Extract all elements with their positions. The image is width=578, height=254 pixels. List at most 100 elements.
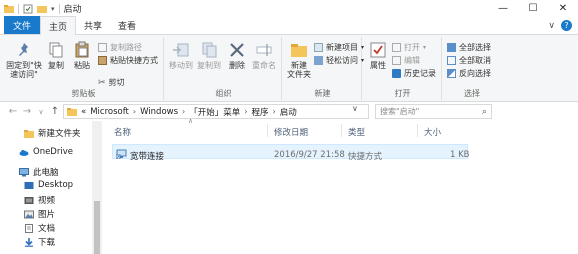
pin-icon [19, 43, 28, 56]
paste-shortcut-label: 粘贴快捷方式 [110, 56, 158, 65]
close-button[interactable]: ✕ [548, 0, 578, 17]
properties-icon[interactable] [23, 4, 33, 14]
edit-icon [392, 56, 401, 65]
new-item-label: 新建项目 [326, 43, 358, 52]
invert-selection-label: 反向选择 [459, 69, 491, 78]
column-divider[interactable] [267, 124, 268, 137]
delete-button[interactable]: 删除 [226, 41, 248, 70]
select-all-button[interactable]: 全部选择 [447, 42, 491, 53]
column-header-name[interactable]: 名称 [114, 126, 131, 138]
divider [18, 3, 19, 14]
copy-button[interactable]: 复制 [44, 41, 68, 70]
copy-path-button[interactable]: 复制路径 [98, 42, 142, 53]
file-name[interactable]: 宽带连接 [130, 150, 164, 162]
breadcrumb-microsoft[interactable]: Microsoft [90, 107, 129, 117]
copy-path-label: 复制路径 [110, 43, 142, 52]
breadcrumb-separator[interactable]: › [133, 107, 136, 116]
nav-item-pictures[interactable]: 图片 [24, 208, 55, 220]
new-folder-icon [291, 44, 307, 57]
search-input[interactable]: 搜索"启动" ⌕ [375, 104, 492, 119]
nav-item-this-pc[interactable]: 此电脑 [19, 166, 59, 178]
nav-item-videos[interactable]: 视频 [24, 194, 55, 206]
paste-shortcut-button[interactable]: 粘贴快捷方式 [98, 55, 158, 66]
breadcrumb-startup[interactable]: 启动 [280, 106, 297, 118]
nav-item-onedrive[interactable]: OneDrive [19, 147, 73, 157]
maximize-button[interactable]: ☐ [518, 0, 548, 17]
column-header-size[interactable]: 大小 [424, 126, 441, 138]
tab-share[interactable]: 共享 [76, 16, 110, 34]
rename-icon [256, 44, 272, 56]
nav-item-desktop[interactable]: Desktop [24, 180, 73, 190]
expand-ribbon-icon[interactable]: ∨ [548, 21, 555, 31]
folder-icon [4, 4, 14, 13]
rename-label: 重命名 [252, 61, 276, 70]
computer-icon [19, 167, 29, 176]
help-icon[interactable]: ? [561, 20, 572, 31]
breadcrumb-windows[interactable]: Windows [140, 107, 178, 117]
file-size: 1 KB [450, 150, 470, 160]
invert-selection-button[interactable]: 反向选择 [447, 68, 491, 79]
nav-item-new-folder[interactable]: 新建文件夹 [24, 127, 81, 139]
nav-item-documents[interactable]: 文档 [24, 222, 55, 234]
ribbon-tabs: 文件 主页 共享 查看 ∨ ? [0, 16, 578, 35]
breadcrumb-programs[interactable]: 程序 [251, 106, 268, 118]
column-divider[interactable] [341, 124, 342, 137]
nav-item-label: 下载 [38, 238, 56, 248]
back-arrow-icon[interactable]: ← [6, 106, 20, 117]
nav-item-downloads[interactable]: 下载 [24, 236, 55, 248]
recent-locations-icon[interactable]: ∨ [34, 108, 48, 116]
select-none-button[interactable]: 全部取消 [447, 55, 491, 66]
breadcrumb-separator[interactable]: › [182, 107, 185, 116]
select-group: 全部选择 全部取消 反向选择 选择 [444, 37, 500, 100]
search-icon[interactable]: ⌕ [482, 107, 487, 117]
new-item-button[interactable]: 新建项目 ▾ [314, 42, 364, 53]
move-to-button[interactable]: 移动到 [168, 41, 194, 70]
nav-item-label: 视频 [38, 196, 56, 206]
pin-quick-access-button[interactable]: 固定到"快 速访问" [6, 41, 42, 79]
address-bar[interactable]: « Microsoft › Windows › 「开始」菜单 › 程序 › 启动 [63, 104, 369, 119]
new-folder-icon[interactable] [37, 4, 47, 14]
minimize-button[interactable]: — [488, 0, 518, 17]
history-icon [392, 69, 401, 78]
new-folder-button[interactable]: 新建 文件夹 [286, 41, 312, 79]
easy-access-button[interactable]: 轻松访问 ▾ [314, 55, 364, 66]
properties-button[interactable]: 属性 [368, 41, 388, 70]
tab-view[interactable]: 查看 [110, 16, 144, 34]
column-header-modified[interactable]: 修改日期 [274, 126, 308, 138]
address-dropdown-icon[interactable]: ∨ [352, 104, 358, 113]
tab-home[interactable]: 主页 [40, 16, 77, 35]
copy-to-label: 复制到 [197, 61, 221, 70]
up-arrow-icon[interactable]: ↑ [48, 106, 62, 117]
edit-button[interactable]: 编辑 [392, 55, 420, 66]
copy-to-button[interactable]: 复制到 [196, 41, 222, 70]
file-type: 快捷方式 [348, 152, 383, 162]
invert-selection-icon [447, 69, 456, 78]
cut-button[interactable]: ✂ 剪切 [98, 77, 125, 88]
nav-scrollbar-thumb[interactable] [94, 201, 100, 254]
move-to-icon [173, 43, 189, 57]
breadcrumb-start-menu[interactable]: 「开始」菜单 [189, 106, 240, 118]
video-icon [24, 196, 34, 204]
open-button[interactable]: 打开 ▾ [392, 42, 426, 53]
pin-label: 固定到"快 速访问" [6, 61, 42, 79]
breadcrumb-overflow[interactable]: « [81, 107, 86, 117]
column-header-type[interactable]: 类型 [348, 126, 365, 138]
select-all-icon [447, 43, 456, 52]
history-label: 历史记录 [404, 69, 436, 78]
nav-item-label: 新建文件夹 [38, 129, 81, 139]
paste-button[interactable]: 粘贴 [70, 41, 94, 70]
properties-label: 属性 [370, 61, 386, 70]
delete-icon [230, 43, 244, 57]
network-shortcut-icon [116, 149, 127, 159]
breadcrumb-separator[interactable]: › [272, 107, 275, 116]
chevron-down-icon: ▾ [423, 44, 427, 51]
chevron-down-icon[interactable]: ▾ [51, 5, 55, 13]
forward-arrow-icon[interactable]: → [20, 106, 34, 117]
breadcrumb-separator[interactable]: › [244, 107, 247, 116]
column-divider[interactable] [417, 124, 418, 137]
history-button[interactable]: 历史记录 [392, 68, 436, 79]
window-title: 启动 [63, 5, 82, 15]
tab-file[interactable]: 文件 [4, 16, 41, 34]
organize-group-label: 组织 [215, 89, 232, 98]
rename-button[interactable]: 重命名 [250, 41, 278, 70]
